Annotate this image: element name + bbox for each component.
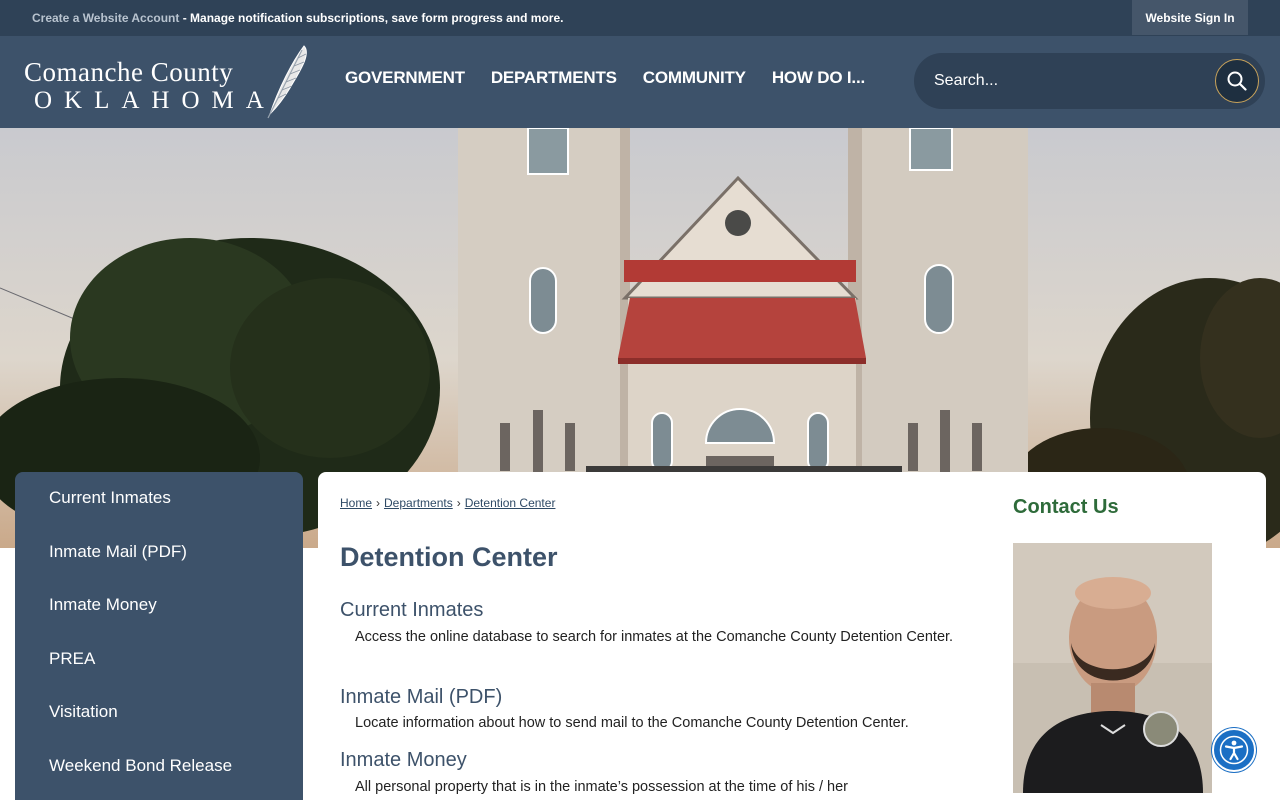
top-utility-bar: Create a Website Account - Manage notifi…: [0, 0, 1280, 36]
accessibility-icon: [1219, 735, 1249, 765]
sidebar-nav: Current Inmates Inmate Mail (PDF) Inmate…: [15, 472, 303, 800]
sidebar-item-prea[interactable]: PREA: [15, 649, 303, 703]
accessibility-button[interactable]: [1212, 728, 1256, 772]
nav-government[interactable]: GOVERNMENT: [332, 68, 478, 88]
site-header: Comanche County OKLAHOMA GOVERNMENT DEPA…: [0, 36, 1280, 128]
search-input[interactable]: [934, 69, 1204, 93]
breadcrumb-detention-center[interactable]: Detention Center: [465, 496, 556, 510]
contact-photo: [1013, 543, 1212, 793]
content-card: Home › Departments › Detention Center Detent…: [318, 472, 1266, 800]
section-heading-inmate-money[interactable]: Inmate Money: [340, 749, 467, 772]
search-box: [914, 53, 1265, 109]
contact-us-heading: Contact Us: [1013, 496, 1119, 518]
logo-county-name: Comanche County: [24, 57, 234, 87]
site-logo[interactable]: Comanche County OKLAHOMA: [22, 44, 312, 120]
nav-departments[interactable]: DEPARTMENTS: [478, 68, 630, 88]
sidebar-item-weekend-bond-release[interactable]: Weekend Bond Release: [15, 756, 303, 800]
website-sign-in-button[interactable]: Website Sign In: [1132, 0, 1248, 35]
create-account-link[interactable]: Create a Website Account: [32, 11, 179, 25]
main-navigation: GOVERNMENT DEPARTMENTS COMMUNITY HOW DO …: [332, 68, 878, 88]
breadcrumb-home[interactable]: Home: [340, 496, 372, 510]
sidebar-item-visitation[interactable]: Visitation: [15, 702, 303, 756]
sidebar-item-inmate-mail[interactable]: Inmate Mail (PDF): [15, 542, 303, 596]
search-icon: [1227, 71, 1247, 91]
sidebar-item-current-inmates[interactable]: Current Inmates: [15, 488, 303, 542]
section-heading-inmate-mail[interactable]: Inmate Mail (PDF): [340, 686, 502, 709]
breadcrumb-departments[interactable]: Departments: [384, 496, 453, 510]
section-text-inmate-money: All personal property that is in the inm…: [355, 779, 848, 795]
breadcrumb-separator: ›: [376, 496, 381, 510]
breadcrumb: Home › Departments › Detention Center: [340, 496, 555, 510]
account-notice: Create a Website Account - Manage notifi…: [32, 11, 563, 25]
feather-icon: [267, 45, 307, 119]
section-text-current-inmates: Access the online database to search for…: [355, 629, 954, 645]
nav-how-do-i[interactable]: HOW DO I...: [759, 68, 878, 88]
page-title: Detention Center: [340, 542, 558, 572]
search-button[interactable]: [1215, 59, 1259, 103]
breadcrumb-separator: ›: [456, 496, 461, 510]
sidebar-item-inmate-money[interactable]: Inmate Money: [15, 595, 303, 649]
account-notice-text: - Manage notification subscriptions, sav…: [179, 11, 564, 25]
section-heading-current-inmates[interactable]: Current Inmates: [340, 599, 483, 622]
section-text-inmate-mail: Locate information about how to send mai…: [355, 715, 909, 731]
logo-state-name: OKLAHOMA: [34, 87, 276, 114]
nav-community[interactable]: COMMUNITY: [630, 68, 759, 88]
